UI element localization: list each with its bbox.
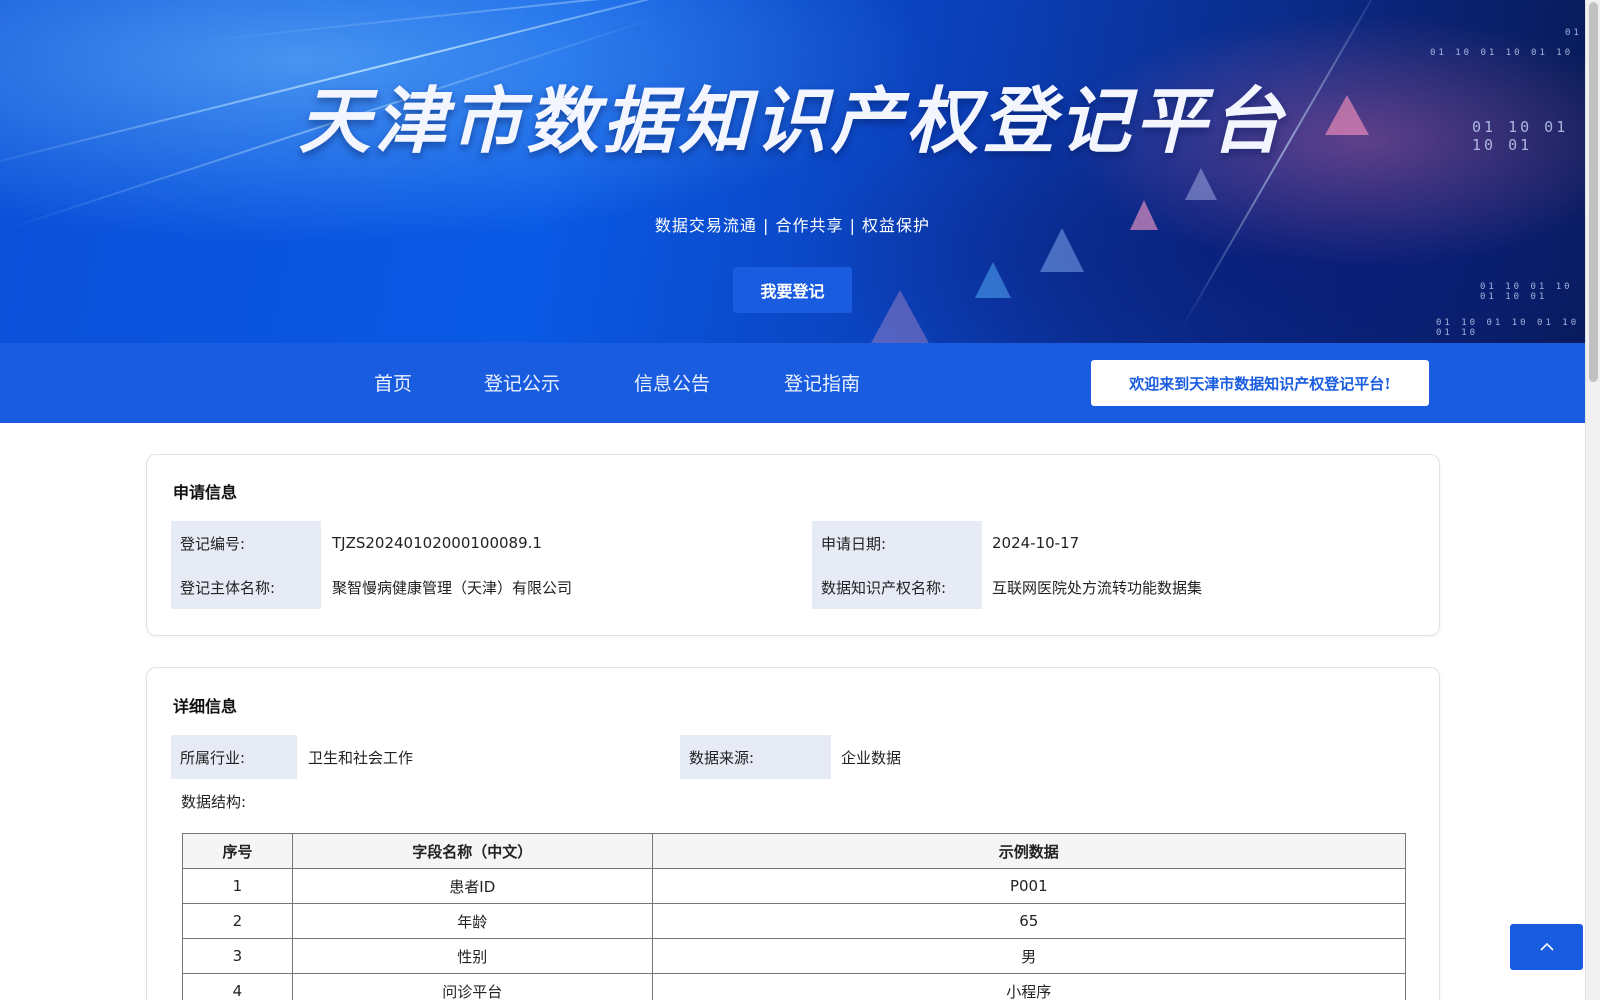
apply-date-label: 申请日期:	[812, 521, 982, 565]
ip-name-value: 互联网医院处方流转功能数据集	[992, 578, 1203, 597]
data-structure-label: 数据结构:	[181, 792, 247, 811]
register-button[interactable]: 我要登记	[733, 267, 852, 313]
table-cell: 小程序	[651, 973, 1407, 1000]
site-title: 天津市数据知识产权登记平台	[298, 79, 1287, 163]
entity-name-label: 登记主体名称:	[171, 565, 321, 609]
decor-triangle	[1185, 168, 1217, 200]
table-cell: 问诊平台	[291, 973, 653, 1000]
page: 01 10 01 10 01 10 01 10 01 10 01 01 10 0…	[0, 0, 1585, 1000]
table-row: 4 问诊平台 小程序	[182, 973, 1407, 1000]
table-header-row: 序号 字段名称（中文） 示例数据	[182, 833, 1407, 869]
reg-no-label: 登记编号:	[171, 521, 321, 565]
nav-item-home[interactable]: 首页	[374, 369, 412, 396]
table-cell: P001	[651, 868, 1407, 904]
data-structure-table: 序号 字段名称（中文） 示例数据 1 患者ID P001 2 年龄 65 3 性…	[182, 833, 1407, 1000]
table-cell: 4	[182, 973, 293, 1000]
binary-decor: 01 10 01 10 01 10	[1430, 48, 1574, 58]
hero-banner: 01 10 01 10 01 10 01 10 01 10 01 01 10 0…	[0, 0, 1585, 343]
col-header-index: 序号	[182, 833, 293, 869]
data-source-value: 企业数据	[841, 748, 902, 767]
table-cell: 1	[182, 868, 293, 904]
table-cell: 3	[182, 938, 293, 974]
table-cell: 年龄	[291, 903, 653, 939]
data-source-label: 数据来源:	[680, 735, 831, 779]
nav-item-announcements[interactable]: 信息公告	[634, 369, 710, 396]
nav-item-registration-notice[interactable]: 登记公示	[484, 369, 560, 396]
card-title: 详细信息	[173, 697, 238, 716]
decor-triangle	[975, 262, 1011, 298]
nav-item-guide[interactable]: 登记指南	[784, 369, 860, 396]
entity-name-value: 聚智慢病健康管理（天津）有限公司	[332, 578, 573, 597]
industry-value: 卫生和社会工作	[308, 748, 414, 767]
binary-decor: 01 10 01 10 01 10 01 10	[1436, 318, 1580, 338]
chevron-up-icon	[1539, 942, 1554, 951]
col-header-sample: 示例数据	[651, 833, 1407, 869]
decor-triangle	[870, 290, 930, 343]
table-cell: 65	[651, 903, 1407, 939]
card-title: 申请信息	[173, 483, 238, 502]
site-slogan: 数据交易流通 | 合作共享 | 权益保护	[654, 216, 931, 235]
binary-decor: 01 10 01 10 01 10 01	[1480, 282, 1573, 302]
table-cell: 男	[651, 938, 1407, 974]
application-info-card: 申请信息 登记编号: TJZS20240102000100089.1 申请日期:…	[146, 454, 1440, 636]
table-cell: 患者ID	[291, 868, 653, 904]
binary-decor: 01	[1565, 28, 1582, 38]
scrollbar-thumb[interactable]	[1589, 2, 1598, 382]
col-header-field-name: 字段名称（中文）	[291, 833, 653, 869]
apply-date-value: 2024-10-17	[992, 534, 1080, 552]
back-to-top-button[interactable]	[1510, 924, 1583, 970]
page-scrollbar[interactable]	[1585, 0, 1600, 1000]
table-cell: 2	[182, 903, 293, 939]
table-row: 2 年龄 65	[182, 903, 1407, 939]
detail-info-card: 详细信息 所属行业: 卫生和社会工作 数据来源: 企业数据 数据结构: 序号 字…	[146, 667, 1440, 1000]
table-row: 1 患者ID P001	[182, 868, 1407, 904]
table-row: 3 性别 男	[182, 938, 1407, 974]
ip-name-label: 数据知识产权名称:	[812, 565, 982, 609]
welcome-banner: 欢迎来到天津市数据知识产权登记平台!	[1091, 360, 1429, 406]
reg-no-value: TJZS20240102000100089.1	[332, 534, 542, 552]
main-nav: 首页 登记公示 信息公告 登记指南 欢迎来到天津市数据知识产权登记平台!	[0, 343, 1585, 423]
table-cell: 性别	[291, 938, 653, 974]
industry-label: 所属行业:	[171, 735, 297, 779]
